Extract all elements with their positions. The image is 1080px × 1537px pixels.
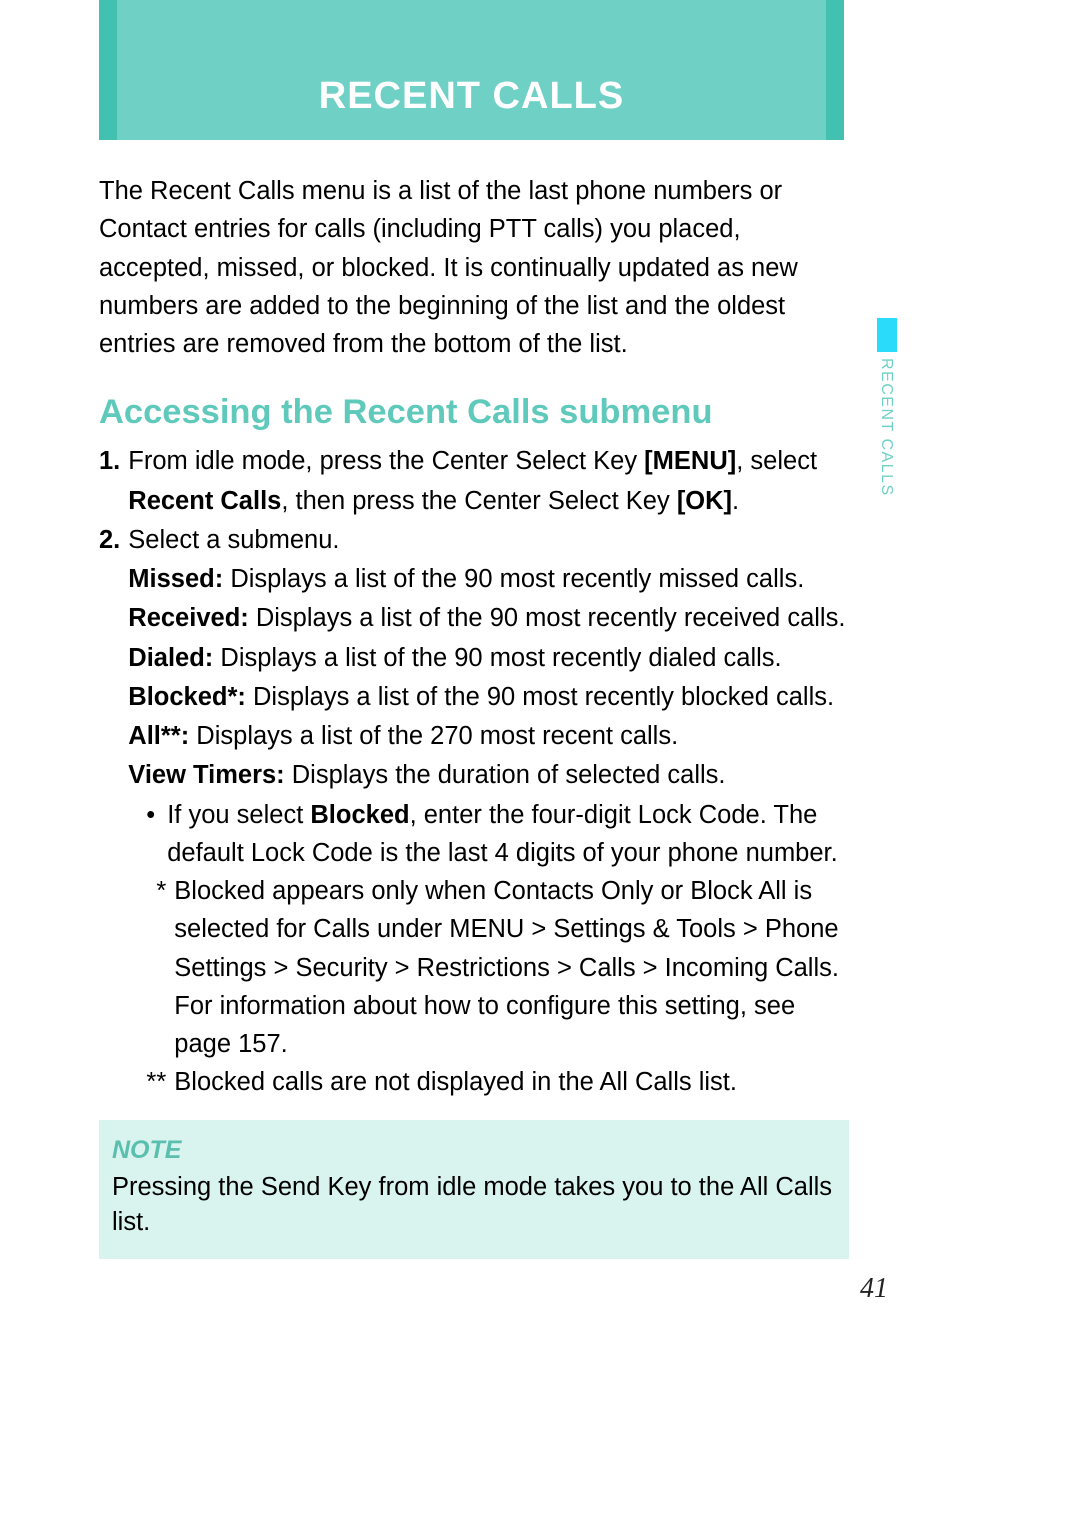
- side-tab-indicator: [877, 318, 897, 352]
- note-box: NOTE Pressing the Send Key from idle mod…: [99, 1120, 849, 1259]
- note-text: Pressing the Send Key from idle mode tak…: [112, 1170, 836, 1241]
- step-number: 2.: [99, 521, 120, 1102]
- step-content: Select a submenu. Missed: Displays a lis…: [128, 521, 849, 1102]
- footnote-text: Blocked calls are not displayed in the A…: [174, 1063, 737, 1101]
- page-body: The Recent Calls menu is a list of the l…: [99, 172, 849, 1259]
- section-heading: Accessing the Recent Calls submenu: [99, 393, 849, 432]
- chapter-title: RECENT CALLS: [319, 75, 624, 118]
- intro-paragraph: The Recent Calls menu is a list of the l…: [99, 172, 849, 363]
- footnote-text: Blocked appears only when Contacts Only …: [174, 872, 849, 1063]
- side-tab-text: RECENT CALLS: [877, 358, 895, 497]
- header-left-stripe: [99, 0, 117, 140]
- header-right-stripe: [826, 0, 844, 140]
- steps-list: 1. From idle mode, press the Center Sele…: [99, 442, 849, 1101]
- footnote-marker: **: [128, 1063, 166, 1101]
- chapter-header: RECENT CALLS: [99, 0, 844, 140]
- bullet-marker: •: [146, 796, 155, 873]
- step-content: From idle mode, press the Center Select …: [128, 442, 849, 521]
- step-number: 1.: [99, 442, 120, 521]
- footnote-1: * Blocked appears only when Contacts Onl…: [128, 872, 849, 1063]
- footnote-2: ** Blocked calls are not displayed in th…: [128, 1063, 849, 1101]
- bullet-note: • If you select Blocked, enter the four-…: [128, 796, 849, 873]
- note-label: NOTE: [112, 1136, 836, 1165]
- side-tab: RECENT CALLS: [877, 318, 897, 493]
- page-number: 41: [860, 1273, 888, 1305]
- step-2: 2. Select a submenu. Missed: Displays a …: [99, 521, 849, 1102]
- footnote-marker: *: [128, 872, 166, 1063]
- step-1: 1. From idle mode, press the Center Sele…: [99, 442, 849, 521]
